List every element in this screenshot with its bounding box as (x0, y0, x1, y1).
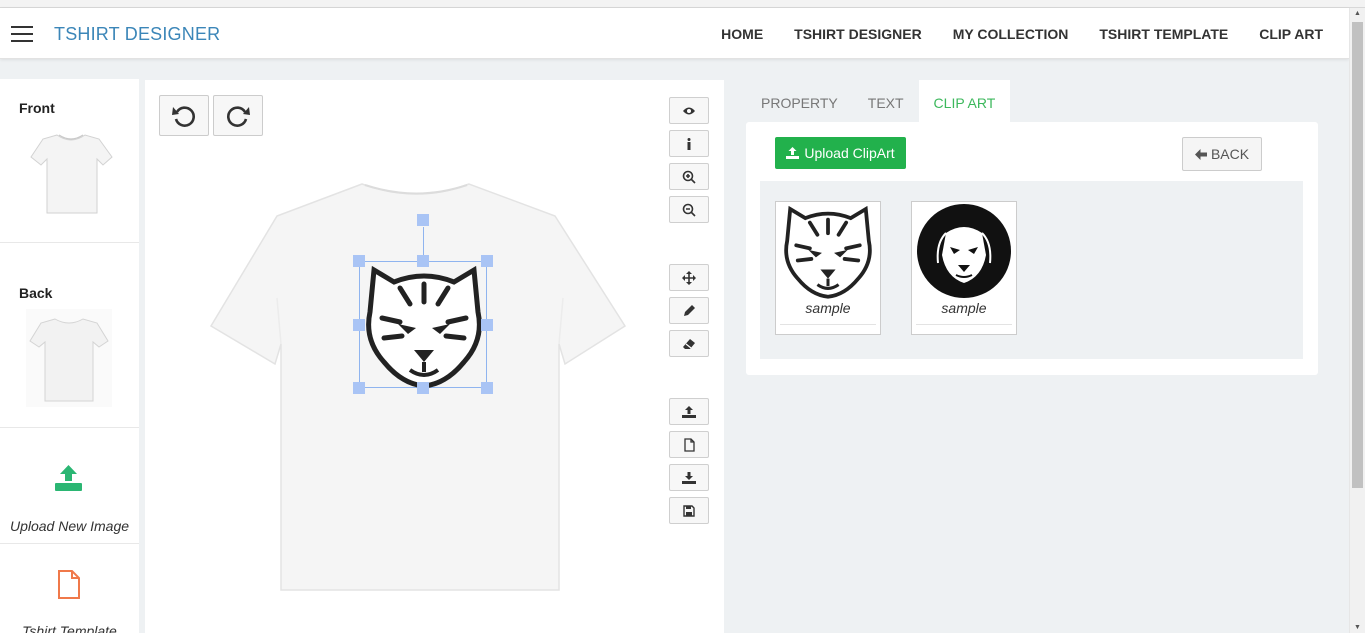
resize-handle-br[interactable] (481, 382, 493, 394)
arrow-left-icon (1194, 148, 1207, 160)
back-tshirt-thumbnail[interactable] (26, 309, 112, 407)
eraser-icon (683, 338, 695, 349)
nav-my-collection[interactable]: MY COLLECTION (953, 26, 1069, 42)
lion-head-icon (917, 203, 1011, 298)
scroll-down-arrow-icon[interactable]: ▼ (1354, 624, 1361, 631)
clipart-item-lion[interactable]: sample (911, 201, 1017, 335)
upload-clipart-button[interactable]: Upload ClipArt (775, 137, 906, 169)
zoom-in-button[interactable] (669, 163, 709, 190)
zoom-in-icon (682, 170, 696, 184)
upload-button[interactable] (669, 398, 709, 425)
clipart-item-tiger[interactable]: sample (775, 201, 881, 335)
view-sidebar: Front Back Upload New Image Tshirt Templ… (0, 79, 139, 633)
navbar: TSHIRT DESIGNER HOME TSHIRT DESIGNER MY … (0, 8, 1349, 59)
menu-icon[interactable] (11, 26, 33, 42)
upload-image-icon (55, 465, 82, 491)
brand-title[interactable]: TSHIRT DESIGNER (54, 24, 220, 45)
sidebar-item-back[interactable]: Back (0, 243, 139, 428)
nav-links: HOME TSHIRT DESIGNER MY COLLECTION TSHIR… (721, 26, 1323, 42)
rotate-handle[interactable] (417, 214, 429, 226)
back-label: BACK (1210, 146, 1250, 162)
info-button[interactable] (669, 130, 709, 157)
upload-clipart-label: Upload ClipArt (804, 145, 895, 161)
upload-icon (786, 147, 800, 159)
resize-handle-bl[interactable] (353, 382, 365, 394)
card-divider (780, 324, 876, 325)
undo-button[interactable] (159, 95, 209, 136)
nav-tshirt-template[interactable]: TSHIRT TEMPLATE (1099, 26, 1228, 42)
front-tshirt-thumbnail[interactable] (29, 129, 113, 217)
save-button[interactable] (669, 497, 709, 524)
download-button[interactable] (669, 464, 709, 491)
selected-clipart-box[interactable] (359, 261, 487, 389)
erase-button[interactable] (669, 330, 709, 357)
tiger-head-icon (784, 205, 872, 299)
back-button[interactable]: BACK (1182, 137, 1262, 171)
browser-top-edge (0, 0, 1365, 8)
download-icon (682, 471, 696, 484)
save-icon (683, 504, 695, 517)
tab-property[interactable]: PROPERTY (746, 80, 853, 122)
front-label: Front (19, 100, 55, 116)
scroll-up-arrow-icon[interactable]: ▲ (1354, 10, 1361, 17)
upload-icon (682, 405, 696, 418)
resize-handle-b[interactable] (417, 382, 429, 394)
resize-handle-t[interactable] (417, 255, 429, 267)
tab-text[interactable]: TEXT (853, 80, 919, 122)
sidebar-item-upload[interactable]: Upload New Image (0, 428, 139, 544)
back-label: Back (19, 285, 53, 301)
draw-button[interactable] (669, 297, 709, 324)
eye-icon (683, 107, 695, 114)
redo-icon (227, 105, 250, 127)
design-canvas (145, 80, 724, 633)
sidebar-item-template[interactable]: Tshirt Template (0, 544, 139, 633)
template-file-icon (58, 570, 80, 599)
clipart-caption: sample (805, 300, 851, 316)
resize-handle-l[interactable] (353, 319, 365, 331)
clipart-panel: Upload ClipArt BACK sample sample (746, 122, 1318, 375)
zoom-out-button[interactable] (669, 196, 709, 223)
resize-handle-tl[interactable] (353, 255, 365, 267)
page-scrollbar[interactable]: ▲ ▼ (1349, 8, 1365, 633)
property-tabs: PROPERTY TEXT CLIP ART (746, 80, 1011, 122)
scroll-thumb[interactable] (1352, 22, 1363, 488)
pencil-icon (683, 305, 695, 316)
tshirt-template-label: Tshirt Template (22, 623, 117, 633)
tab-clip-art[interactable]: CLIP ART (918, 80, 1011, 122)
file-icon (683, 437, 695, 452)
undo-icon (172, 105, 195, 127)
resize-handle-tr[interactable] (481, 255, 493, 267)
nav-home[interactable]: HOME (721, 26, 763, 42)
preview-button[interactable] (669, 97, 709, 124)
zoom-out-icon (682, 203, 696, 217)
redo-button[interactable] (213, 95, 263, 136)
card-divider (916, 324, 1012, 325)
move-icon (682, 270, 696, 285)
clipart-caption: sample (941, 300, 987, 316)
nav-tshirt-designer[interactable]: TSHIRT DESIGNER (794, 26, 922, 42)
resize-handle-r[interactable] (481, 319, 493, 331)
nav-clip-art[interactable]: CLIP ART (1259, 26, 1323, 42)
new-file-button[interactable] (669, 431, 709, 458)
clipart-gallery: sample sample (760, 181, 1303, 359)
upload-new-image-label: Upload New Image (9, 518, 130, 534)
tiger-head-icon (366, 265, 482, 389)
info-icon (687, 137, 691, 150)
move-button[interactable] (669, 264, 709, 291)
sidebar-item-front[interactable]: Front (0, 79, 139, 243)
